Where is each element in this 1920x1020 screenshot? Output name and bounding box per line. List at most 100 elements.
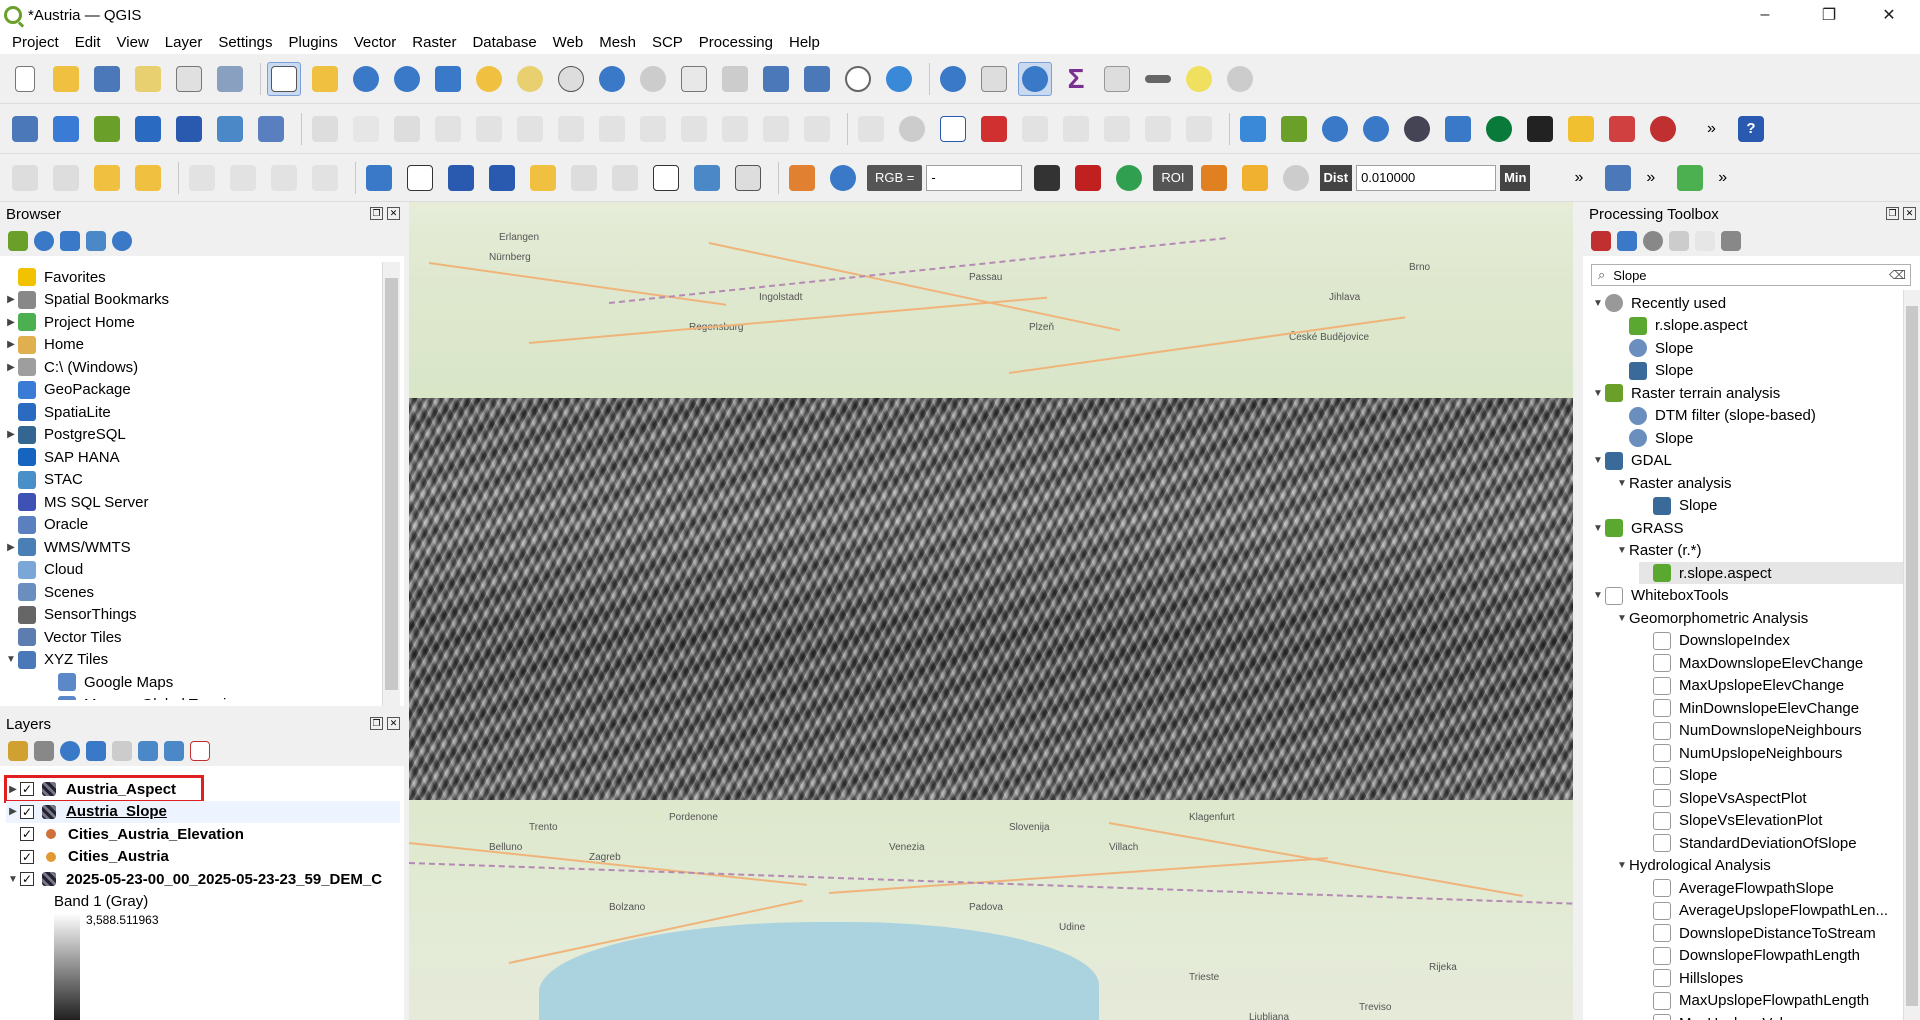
- menu-processing[interactable]: Processing: [691, 34, 781, 51]
- results-viewer-icon[interactable]: [1669, 231, 1689, 251]
- toolbox-item[interactable]: AverageUpslopeFlowpathLen...: [1639, 900, 1888, 922]
- menu-layer[interactable]: Layer: [157, 34, 211, 51]
- help-icon[interactable]: ?: [1734, 112, 1768, 146]
- label-tool-icon[interactable]: [854, 112, 888, 146]
- delete-selected-icon[interactable]: [595, 112, 629, 146]
- toolbox-item[interactable]: Slope: [1615, 427, 1693, 449]
- expand-arrow-icon[interactable]: ▼: [4, 654, 18, 665]
- toolbox-item[interactable]: r.slope.aspect: [1639, 562, 1903, 584]
- collapse-all-icon[interactable]: [86, 231, 106, 251]
- advanced-digitize-icon[interactable]: [185, 161, 219, 195]
- menu-web[interactable]: Web: [545, 34, 592, 51]
- menu-view[interactable]: View: [109, 34, 157, 51]
- menu-scp[interactable]: SCP: [644, 34, 691, 51]
- scripts-icon[interactable]: [1617, 231, 1637, 251]
- map-canvas[interactable]: NürnbergErlangenRegensburgPassauIngolsta…: [409, 202, 1573, 1020]
- menu-mesh[interactable]: Mesh: [591, 34, 644, 51]
- line-annotation-icon[interactable]: [485, 161, 519, 195]
- toolbox-item[interactable]: MaxUpslopeFlowpathLength: [1639, 990, 1869, 1012]
- expand-all-icon[interactable]: [138, 741, 158, 761]
- toolbox-item[interactable]: ▼ Recently used: [1591, 292, 1726, 314]
- add-virtual-layer-icon[interactable]: [254, 112, 288, 146]
- browser-item[interactable]: Oracle: [4, 514, 88, 536]
- open-project-icon[interactable]: [49, 62, 83, 96]
- layout-manager-icon[interactable]: [172, 62, 206, 96]
- add-selected-layers-icon[interactable]: [8, 231, 28, 251]
- toolbox-item[interactable]: Slope: [1615, 337, 1693, 359]
- move-label-icon[interactable]: [1100, 112, 1134, 146]
- expand-arrow-icon[interactable]: ▼: [6, 874, 20, 885]
- save-edits-icon[interactable]: [390, 112, 424, 146]
- new-spatialite-layer-icon[interactable]: [131, 112, 165, 146]
- zoom-in-icon[interactable]: [349, 62, 383, 96]
- show-bookmarks-icon[interactable]: [800, 62, 834, 96]
- manage-visibility-icon[interactable]: [60, 741, 80, 761]
- identify-features-icon[interactable]: [936, 62, 970, 96]
- toggle-editing-icon[interactable]: [308, 112, 342, 146]
- toolbox-item[interactable]: SlopeVsAspectPlot: [1639, 787, 1807, 809]
- style-manager-icon[interactable]: [213, 62, 247, 96]
- vertex-tool-icon[interactable]: [472, 112, 506, 146]
- expand-arrow-icon[interactable]: ▼: [1615, 545, 1629, 556]
- data-source-manager-icon[interactable]: [8, 112, 42, 146]
- toolbox-item[interactable]: ▼ GDAL: [1591, 450, 1672, 472]
- toolbox-item[interactable]: ▼ Geomorphometric Analysis: [1615, 607, 1808, 629]
- layer-visibility-checkbox[interactable]: ✓: [20, 872, 34, 886]
- cursor-tool-icon[interactable]: [1605, 112, 1639, 146]
- toolbox-item[interactable]: ▼ Hydrological Analysis: [1615, 855, 1771, 877]
- browser-item[interactable]: Google Maps: [44, 671, 173, 693]
- modify-attributes-icon[interactable]: [554, 112, 588, 146]
- filter-legend-icon[interactable]: [86, 741, 106, 761]
- new-project-icon[interactable]: [8, 62, 42, 96]
- close-panel-icon[interactable]: ✕: [1903, 207, 1916, 220]
- expand-arrow-icon[interactable]: ▼: [1591, 388, 1605, 399]
- change-label-icon[interactable]: [1182, 112, 1216, 146]
- label-highlight-icon[interactable]: [936, 112, 970, 146]
- close-panel-icon[interactable]: ✕: [387, 717, 400, 730]
- toolbox-item[interactable]: ▼ Raster analysis: [1615, 472, 1732, 494]
- expand-arrow-icon[interactable]: ▶: [4, 339, 18, 350]
- toolbox-item[interactable]: Slope: [1639, 765, 1717, 787]
- browser-item[interactable]: Favorites: [4, 266, 106, 288]
- select-annotation-icon[interactable]: [403, 161, 437, 195]
- pin-labels-icon[interactable]: [1018, 112, 1052, 146]
- expand-arrow-icon[interactable]: ▼: [1591, 455, 1605, 466]
- toolbox-item[interactable]: SlopeVsElevationPlot: [1639, 810, 1822, 832]
- globe-tool-icon[interactable]: [1318, 112, 1352, 146]
- globe-search-icon[interactable]: [1359, 112, 1393, 146]
- properties-info-icon[interactable]: [112, 231, 132, 251]
- pan-to-selection-icon[interactable]: [308, 62, 342, 96]
- zoom-to-selection-icon[interactable]: [472, 62, 506, 96]
- toolbox-item[interactable]: Slope: [1615, 360, 1693, 382]
- menu-vector[interactable]: Vector: [346, 34, 405, 51]
- clear-search-icon[interactable]: ⌫: [1889, 268, 1906, 282]
- current-edits-icon[interactable]: [349, 112, 383, 146]
- expand-arrow-icon[interactable]: ▶: [4, 317, 18, 328]
- toolbox-item[interactable]: NumUpslopeNeighbours: [1639, 742, 1842, 764]
- toolbox-search-value[interactable]: Slope: [1613, 268, 1646, 283]
- shape-tool-icon[interactable]: [131, 161, 165, 195]
- magnifier-tool-icon[interactable]: [1482, 112, 1516, 146]
- scp-redo-roi-icon[interactable]: [1279, 161, 1313, 195]
- select-by-area-icon[interactable]: [8, 161, 42, 195]
- minimize-button[interactable]: –: [1742, 0, 1788, 30]
- new-geopackage-layer-icon[interactable]: [49, 112, 83, 146]
- browser-item[interactable]: ▼ XYZ Tiles: [4, 649, 108, 671]
- offset-curve-icon[interactable]: [267, 161, 301, 195]
- layer-item[interactable]: ▼ ✓ 2025-05-23-00_00_2025-05-23-23_59_DEM_…: [6, 868, 382, 890]
- new-print-layout-icon[interactable]: [131, 62, 165, 96]
- layer-visibility-checkbox[interactable]: ✓: [20, 804, 34, 819]
- toolbox-item[interactable]: Slope: [1639, 495, 1717, 517]
- search-plugin-icon[interactable]: [1673, 161, 1707, 195]
- edit-features-in-place-icon[interactable]: [1695, 231, 1715, 251]
- select-features-icon[interactable]: [1236, 112, 1270, 146]
- refresh-icon[interactable]: [34, 231, 54, 251]
- new-3d-map-view-icon[interactable]: [718, 62, 752, 96]
- toolbox-item[interactable]: MaxDownslopeElevChange: [1639, 652, 1863, 674]
- picture-annotation-icon[interactable]: [690, 161, 724, 195]
- network-tool-icon[interactable]: [1646, 112, 1680, 146]
- reshape-icon[interactable]: [226, 161, 260, 195]
- zoom-to-layer-icon[interactable]: [513, 62, 547, 96]
- expand-arrow-icon[interactable]: ▶: [4, 429, 18, 440]
- save-project-icon[interactable]: [90, 62, 124, 96]
